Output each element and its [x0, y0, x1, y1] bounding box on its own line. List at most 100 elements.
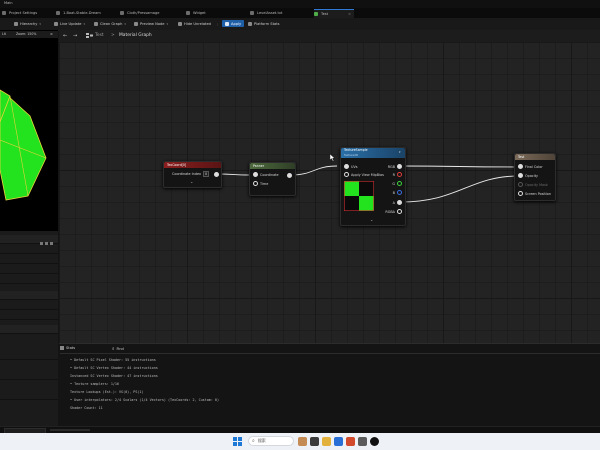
- opacity-input-pin[interactable]: [518, 173, 523, 178]
- rgb-output-pin[interactable]: [397, 164, 402, 169]
- platform-stats-button[interactable]: Platform Stats: [248, 20, 279, 27]
- rgba-output-pin[interactable]: [397, 209, 402, 214]
- preview-node-button[interactable]: Preview Node ▾: [134, 20, 168, 27]
- details-row[interactable]: [0, 325, 58, 334]
- details-row[interactable]: [0, 391, 58, 400]
- tab-widget[interactable]: Widget: [186, 9, 226, 17]
- apply-button[interactable]: Apply: [222, 20, 245, 27]
- breadcrumb-root[interactable]: Test: [95, 33, 104, 38]
- r-row: R: [393, 172, 402, 177]
- store-app-icon[interactable]: [346, 437, 355, 446]
- details-search-icon[interactable]: [40, 242, 56, 245]
- b-output-pin[interactable]: [397, 190, 402, 195]
- tab-label: 1-Boat-Stable-Dream: [63, 11, 101, 15]
- chevron-down-icon: ▾: [83, 21, 86, 26]
- r-output-pin[interactable]: [397, 172, 402, 177]
- panner-coordinate-row: Coordinate: [253, 172, 279, 177]
- view-mode-menu[interactable]: Lit: [2, 32, 6, 36]
- stats-tab[interactable]: Stats: [60, 344, 75, 352]
- details-row[interactable]: [0, 291, 58, 300]
- tab-cloth[interactable]: Cloth/Pressamage: [120, 9, 172, 17]
- details-row[interactable]: [0, 265, 58, 274]
- chevron-down-icon[interactable]: ⌄: [190, 179, 193, 184]
- stats-line: Shader Count: 11: [70, 406, 103, 410]
- back-icon[interactable]: ←: [63, 33, 67, 39]
- a-output-pin[interactable]: [397, 200, 402, 205]
- uvs-label: UVs: [351, 164, 358, 169]
- tab-label: Cloth/Pressamage: [127, 11, 160, 15]
- settings-icon: [2, 11, 6, 15]
- live-update-button[interactable]: Live Update ▾: [54, 20, 85, 27]
- details-row[interactable]: [0, 351, 58, 360]
- hide-unrelated-button[interactable]: Hide Unrelated ⋮: [178, 20, 219, 27]
- a-label: A: [392, 200, 395, 205]
- coordinate-index-field[interactable]: 0: [203, 171, 210, 177]
- g-label: G: [392, 181, 395, 186]
- screen-position-input-pin[interactable]: [518, 191, 523, 196]
- chevron-down-icon[interactable]: ⌄: [370, 217, 373, 222]
- panner-node[interactable]: Panner Coordinate Time: [249, 162, 296, 196]
- taskbar-search-placeholder: 搜索: [257, 438, 266, 443]
- windows-start-icon[interactable]: [233, 437, 242, 446]
- details-row[interactable]: [0, 255, 58, 264]
- details-row[interactable]: [0, 245, 58, 254]
- apply-icon: [225, 21, 229, 26]
- clean-graph-button[interactable]: Clean Graph ▾: [94, 20, 126, 27]
- details-row[interactable]: [0, 301, 58, 310]
- widget-icon: [186, 11, 190, 15]
- close-tab-icon[interactable]: ×: [348, 12, 354, 16]
- opacity-mask-row: Opacity Mask: [518, 182, 548, 187]
- uvs-input-pin[interactable]: [344, 164, 349, 169]
- texcoord-output-pin[interactable]: [214, 172, 219, 177]
- panner-output-pin[interactable]: [287, 173, 292, 178]
- mouse-cursor-icon: [330, 154, 336, 162]
- breadcrumb-current: Material Graph: [119, 33, 152, 38]
- opacity-mask-input-pin[interactable]: [518, 182, 523, 187]
- taskbar-search-box[interactable]: ⌕ 搜索: [248, 436, 294, 446]
- final-color-input-pin[interactable]: [518, 164, 523, 169]
- find-tab-label: Find: [116, 346, 124, 351]
- hierarchy-button[interactable]: Hierarchy ▾: [14, 20, 41, 27]
- material-result-node[interactable]: Test Final Color Opacity Opacity Mask Sc…: [514, 153, 556, 201]
- hierarchy-label: Hierarchy: [20, 21, 38, 26]
- stats-icon: [248, 21, 252, 26]
- tab-boat[interactable]: 1-Boat-Stable-Dream: [56, 9, 106, 17]
- a-row: A: [393, 200, 402, 205]
- g-output-pin[interactable]: [397, 181, 402, 186]
- wire-alpha-opacity: [399, 175, 520, 203]
- tab-levelasset[interactable]: LevelAsset.txt: [250, 9, 292, 17]
- widgets-icon[interactable]: [298, 437, 307, 446]
- rgba-label: RGBA: [385, 209, 395, 214]
- details-row[interactable]: [0, 371, 58, 380]
- tab-test[interactable]: Test ×: [314, 9, 354, 18]
- search-icon: ⌕: [112, 346, 115, 352]
- texture-sample-node[interactable]: TextureSample Texture2D ▾ UVs Apply View…: [340, 147, 406, 226]
- details-row[interactable]: [0, 275, 58, 284]
- file-explorer-icon[interactable]: [322, 437, 331, 446]
- edge-browser-icon[interactable]: [334, 437, 343, 446]
- task-view-icon[interactable]: [310, 437, 319, 446]
- app-icon[interactable]: [358, 437, 367, 446]
- tab-project-settings[interactable]: Project Settings: [2, 9, 40, 17]
- chevron-down-icon: ▾: [166, 21, 169, 26]
- unreal-engine-icon[interactable]: [370, 437, 379, 446]
- coordinate-input-pin[interactable]: [253, 172, 258, 177]
- stats-line: Texture Lookups (Est.): VS(0), PS(1): [70, 390, 144, 394]
- r-label: R: [392, 172, 395, 177]
- viewport-options-icon[interactable]: ≡: [50, 32, 53, 36]
- clean-icon: [94, 21, 98, 26]
- time-input-pin[interactable]: [253, 181, 258, 186]
- forward-icon[interactable]: →: [73, 33, 77, 39]
- mipbias-input-pin[interactable]: [344, 172, 349, 177]
- stats-line: Instanced SC Vertex Shader: 47 instructi…: [70, 374, 158, 378]
- find-tab[interactable]: ⌕ Find: [112, 345, 124, 352]
- preview-node-label: Preview Node: [140, 21, 165, 26]
- texcoord-node[interactable]: TexCoord[0] Coordinate Index 0 ⌄: [163, 161, 222, 188]
- collapse-icon[interactable]: ▾: [399, 150, 401, 154]
- window-title: Main: [4, 1, 13, 5]
- opacity-label: Opacity: [525, 173, 539, 178]
- details-row[interactable]: [0, 311, 58, 320]
- preview-viewport[interactable]: [0, 30, 58, 231]
- breadcrumb-separator: >: [111, 33, 115, 38]
- stats-tab-label: Stats: [66, 346, 76, 350]
